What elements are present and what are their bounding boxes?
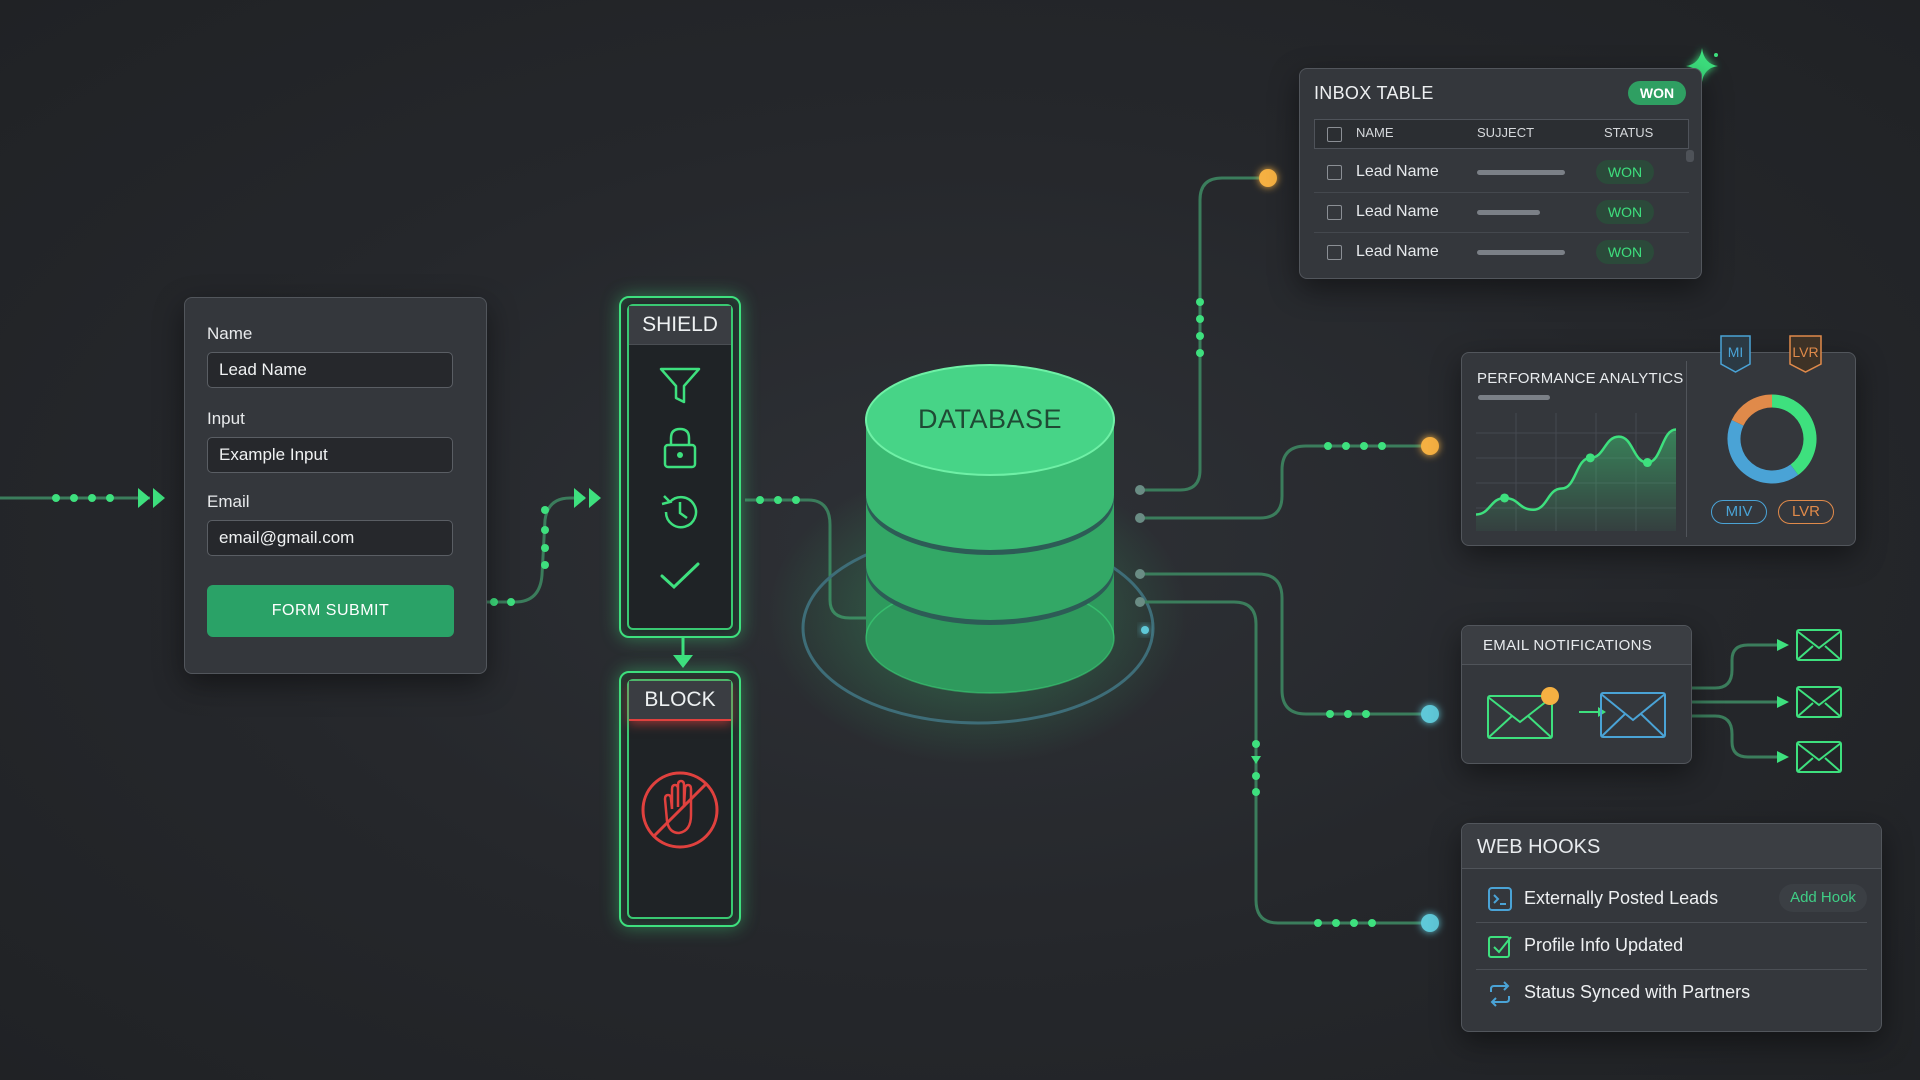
row-checkbox[interactable] xyxy=(1327,245,1342,260)
lead-name: Lead Name xyxy=(1356,243,1439,260)
status-badge: WON xyxy=(1596,240,1654,264)
history-icon xyxy=(661,495,698,529)
table-row[interactable]: Lead Name WON xyxy=(1314,232,1689,272)
block-title: BLOCK xyxy=(629,681,731,721)
lock-icon xyxy=(663,427,697,469)
trend-area xyxy=(1476,429,1676,531)
name-field[interactable]: Lead Name xyxy=(207,352,453,388)
row-checkbox[interactable] xyxy=(1327,205,1342,220)
database-label: DATABASE xyxy=(917,404,1063,434)
subject-placeholder-bar xyxy=(1477,170,1565,175)
webhook-list: Externally Posted Leads Add Hook Profile… xyxy=(1462,876,1881,1026)
shield-panel: SHIELD xyxy=(619,296,741,638)
add-hook-button[interactable]: Add Hook xyxy=(1779,884,1867,912)
check-icon xyxy=(660,562,700,590)
webhook-label: Status Synced with Partners xyxy=(1524,982,1751,1002)
envelope-icon xyxy=(1487,687,1559,739)
performance-analytics-card: PERFORMANCE ANALYTICS MIV LVR xyxy=(1461,352,1856,546)
terminal-icon xyxy=(1488,887,1512,911)
envelope-icon xyxy=(1600,692,1666,738)
inbox-table: INBOX TABLE WON NAME SUJJECT STATUS Lead… xyxy=(1299,68,1702,279)
miv-pill[interactable]: MIV xyxy=(1711,500,1767,524)
checkbox-icon xyxy=(1488,936,1512,958)
subject-placeholder-bar xyxy=(1477,250,1565,255)
trend-area-chart xyxy=(1476,413,1676,531)
webhook-item[interactable]: Profile Info Updated xyxy=(1476,923,1867,970)
subject-placeholder-bar xyxy=(1477,210,1540,215)
name-label: Name xyxy=(207,324,253,343)
mi-tag: MI xyxy=(1719,334,1752,374)
filter-icon xyxy=(659,367,701,404)
donut-slice xyxy=(1771,394,1817,475)
webhooks-title: WEB HOOKS xyxy=(1477,836,1601,858)
database-to-analytics-connector xyxy=(1135,437,1439,523)
column-name: NAME xyxy=(1356,125,1394,140)
donut-chart xyxy=(1727,394,1817,484)
example-input-field[interactable]: Example Input xyxy=(207,437,453,473)
lvr-tag-label: LVR xyxy=(1792,344,1819,360)
inbox-title: INBOX TABLE xyxy=(1314,83,1434,103)
email-label: Email xyxy=(207,492,250,511)
donut-slice xyxy=(1731,394,1773,426)
lvr-tag: LVR xyxy=(1788,334,1823,374)
lead-name: Lead Name xyxy=(1356,163,1439,180)
donut-slice xyxy=(1727,420,1799,484)
select-all-checkbox[interactable] xyxy=(1327,127,1342,142)
webhooks-card: WEB HOOKS Externally Posted Leads Add Ho… xyxy=(1461,823,1882,1032)
envelope-icon xyxy=(1796,741,1842,773)
analytics-title: PERFORMANCE ANALYTICS xyxy=(1477,370,1684,387)
sync-icon xyxy=(1490,981,1510,1007)
form-submit-button[interactable]: FORM SUBMIT xyxy=(207,585,454,637)
email-fanout-connector xyxy=(1692,639,1789,763)
mi-tag-label: MI xyxy=(1727,344,1744,360)
database-to-inbox-connector xyxy=(1135,169,1277,495)
email-field[interactable]: email@gmail.com xyxy=(207,520,453,556)
lead-name: Lead Name xyxy=(1356,203,1439,220)
trend-point xyxy=(1500,493,1510,503)
lvr-pill[interactable]: LVR xyxy=(1778,500,1834,524)
analytics-divider xyxy=(1686,361,1687,537)
block-panel: BLOCK xyxy=(619,671,741,927)
row-checkbox[interactable] xyxy=(1327,165,1342,180)
shield-title: SHIELD xyxy=(629,306,731,345)
webhook-item[interactable]: Status Synced with Partners xyxy=(1476,970,1867,1016)
trend-point xyxy=(1642,458,1652,468)
stop-hand-icon xyxy=(641,771,719,849)
incoming-connector xyxy=(0,488,165,508)
column-subject: SUJJECT xyxy=(1477,125,1535,140)
webhook-label: Profile Info Updated xyxy=(1524,935,1684,955)
email-title: EMAIL NOTIFICATIONS xyxy=(1483,637,1653,654)
lead-form: Name Lead Name Input Example Input Email… xyxy=(184,297,487,674)
table-row[interactable]: Lead Name WON xyxy=(1314,192,1689,233)
input-label: Input xyxy=(207,409,245,428)
table-row[interactable]: Lead Name WON xyxy=(1314,152,1689,193)
envelope-icon xyxy=(1796,629,1842,661)
status-badge: WON xyxy=(1596,160,1654,184)
envelope-icon xyxy=(1796,686,1842,718)
webhook-item[interactable]: Externally Posted Leads Add Hook xyxy=(1476,876,1867,923)
webhook-label: Externally Posted Leads xyxy=(1524,888,1719,908)
trend-point xyxy=(1585,453,1595,463)
status-badge: WON xyxy=(1596,200,1654,224)
won-badge: WON xyxy=(1628,81,1686,105)
subtitle-placeholder-bar xyxy=(1478,395,1550,400)
email-notifications-card: EMAIL NOTIFICATIONS xyxy=(1461,625,1692,764)
column-status: STATUS xyxy=(1604,125,1654,140)
